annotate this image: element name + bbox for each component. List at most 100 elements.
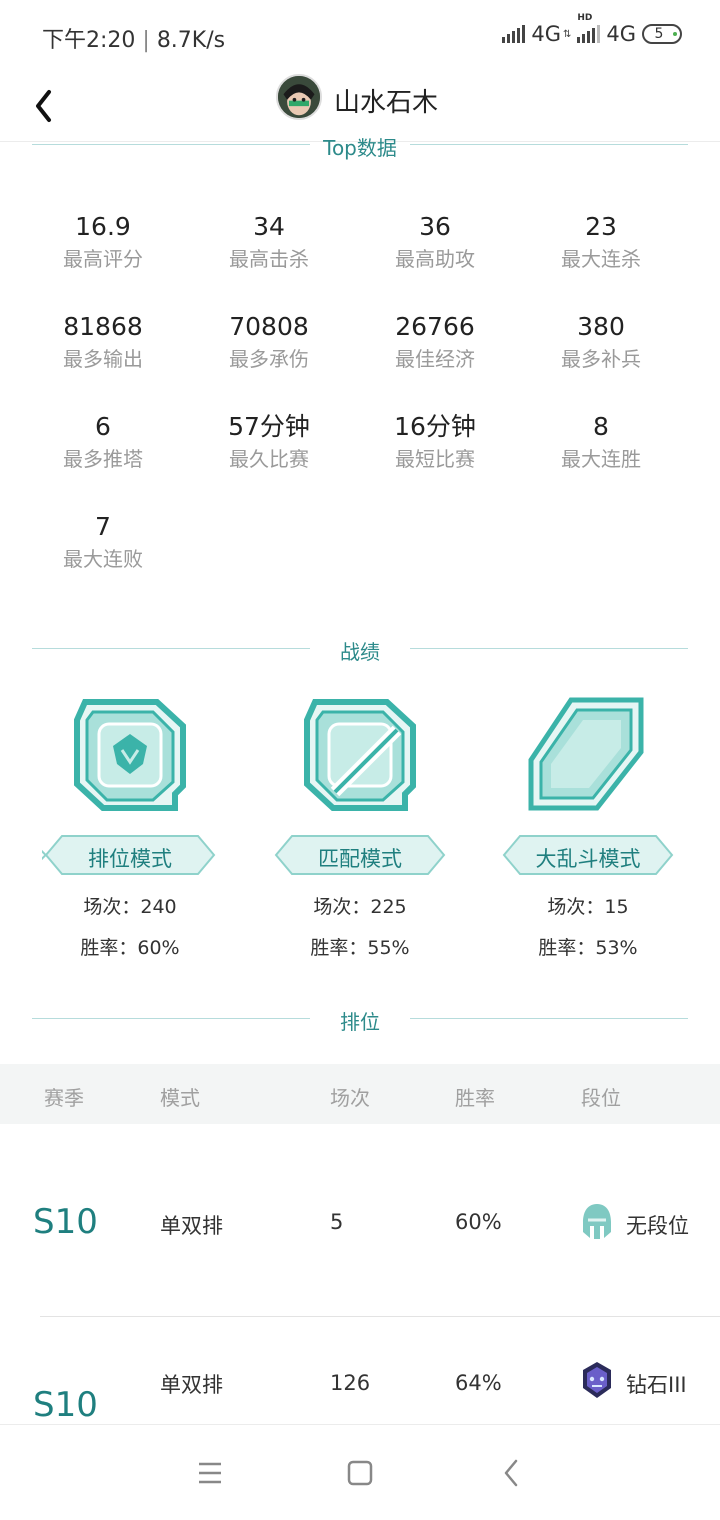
mode-card-brawl[interactable]: 大乱斗模式 场次：15 胜率：53% [473, 690, 703, 960]
mode-name-brawl: 大乱斗模式 [535, 847, 641, 871]
stat-value: 7 [95, 512, 111, 541]
network-type-1: 4G [531, 22, 561, 46]
section-divider-rank: 排位 [32, 1004, 688, 1034]
avatar-image-icon [278, 76, 320, 118]
unranked-helmet-icon [583, 1204, 611, 1239]
chevron-left-icon [36, 90, 51, 122]
status-separator: | [142, 28, 157, 53]
stat-value: 36 [419, 212, 451, 241]
status-time: 下午2:20 [42, 28, 136, 53]
section-title-rank: 排位 [340, 1010, 380, 1034]
stat-item: 6 最多推塔 [20, 412, 186, 474]
stat-label: 最多补兵 [561, 347, 641, 371]
mode-count-brawl: 场次：15 [547, 896, 629, 918]
stat-label: 最佳经济 [395, 347, 475, 371]
home-square-icon [347, 1460, 373, 1486]
stat-value: 26766 [395, 312, 475, 341]
th-season: 赛季 [44, 1086, 84, 1110]
stat-label: 最久比赛 [229, 447, 309, 471]
stat-value: 81868 [63, 312, 143, 341]
ranked-emblem-icon [74, 699, 186, 811]
stat-value: 57分钟 [228, 412, 310, 441]
stat-item: 34 最高击杀 [186, 212, 352, 274]
mode-count-ranked: 场次：240 [83, 896, 177, 918]
stat-item: 57分钟最久比赛 [186, 412, 352, 474]
row-winrate: 60% [455, 1210, 502, 1234]
stat-item: 81868 最多输出 [20, 312, 186, 374]
mode-card-match[interactable]: 匹配模式 场次：225 胜率：55% [245, 690, 475, 960]
stat-item: 380 最多补兵 [518, 312, 684, 374]
stat-value: 6 [95, 412, 111, 441]
stat-item: 70808 最多承伤 [186, 312, 352, 374]
section-divider-record: 战绩 [32, 634, 688, 664]
stat-label: 最多推塔 [63, 447, 143, 471]
back-button[interactable] [20, 78, 70, 128]
stat-value: 380 [577, 312, 625, 341]
signal-icon [502, 25, 526, 43]
battery-level: 5 [654, 26, 664, 42]
brawl-emblem-icon [528, 697, 644, 811]
home-nav-button[interactable] [338, 1453, 382, 1493]
stat-label: 最高助攻 [395, 247, 475, 271]
stat-item: 16.9 最高评分 [20, 212, 186, 274]
table-row[interactable]: S10 单双排 5 60% 无段位 [0, 1124, 720, 1314]
stat-label: 最大连败 [63, 547, 143, 571]
mode-tag-brawl: 大乱斗模式 [500, 834, 676, 876]
section-divider-top: Top数据 [32, 130, 688, 160]
status-net-speed: 8.7K/s [156, 28, 226, 53]
mode-name-match: 匹配模式 [318, 847, 402, 871]
back-triangle-icon [504, 1459, 518, 1487]
stat-label: 最大连胜 [561, 447, 641, 471]
mode-count-match: 场次：225 [313, 896, 407, 918]
th-tier: 段位 [581, 1086, 621, 1110]
th-winrate: 胜率 [455, 1086, 495, 1110]
row-mode: 单双排 [160, 1373, 223, 1397]
stat-label: 最高评分 [63, 247, 143, 271]
row-tier: 无段位 [626, 1214, 689, 1238]
stat-value: 16.9 [75, 212, 131, 241]
mode-rate-brawl: 胜率：53% [538, 937, 638, 959]
menu-nav-button[interactable] [188, 1453, 232, 1493]
network-type-2: 4G [606, 22, 636, 46]
network-arrows-icon: ⇅ [562, 28, 572, 40]
hd-label: HD [577, 13, 593, 23]
stat-item: 23 最大连杀 [518, 212, 684, 274]
signal-hd-icon: HD [577, 13, 601, 43]
stat-value: 16分钟 [394, 412, 476, 441]
match-emblem-icon [304, 699, 416, 811]
mode-rate-ranked: 胜率：60% [80, 937, 180, 959]
stat-value: 8 [593, 412, 609, 441]
stat-value: 23 [585, 212, 617, 241]
mode-rate-match: 胜率：55% [310, 937, 410, 959]
stat-label: 最多输出 [63, 347, 143, 371]
stat-label: 最大连杀 [561, 247, 641, 271]
stat-item: 26766 最佳经济 [352, 312, 518, 374]
stat-item: 36 最高助攻 [352, 212, 518, 274]
row-games: 5 [330, 1210, 344, 1234]
mode-card-ranked[interactable]: 排位模式 场次：240 胜率：60% [15, 690, 245, 960]
section-title-record: 战绩 [340, 640, 380, 664]
row-tier: 钻石III [626, 1373, 687, 1397]
row-season: S10 [33, 1385, 98, 1425]
mode-tag-ranked: 排位模式 [42, 834, 218, 876]
stat-label: 最多承伤 [229, 347, 309, 371]
diamond-badge-icon [583, 1362, 611, 1398]
avatar[interactable] [276, 74, 322, 120]
back-nav-button[interactable] [490, 1453, 534, 1493]
menu-icon [199, 1462, 221, 1484]
status-bar: 下午2:20 | 8.7K/s 4G ⇅ HD 4G 5 [0, 0, 720, 70]
stat-item: 8 最大连胜 [518, 412, 684, 474]
mode-tag-match: 匹配模式 [272, 834, 448, 876]
row-winrate: 64% [455, 1371, 502, 1395]
rank-table-header: 赛季 模式 场次 胜率 段位 [0, 1064, 720, 1124]
stat-item: 7 最大连败 [20, 512, 186, 574]
stat-value: 34 [253, 212, 285, 241]
system-nav-bar [0, 1424, 720, 1520]
th-mode: 模式 [160, 1086, 200, 1110]
battery-icon: 5 [642, 24, 682, 44]
row-games: 126 [330, 1371, 371, 1395]
stat-item: 16分钟最短比赛 [352, 412, 518, 474]
status-right: 4G ⇅ HD 4G 5 [502, 13, 682, 46]
page-title: 山水石木 [334, 88, 439, 118]
stat-label: 最短比赛 [395, 447, 475, 471]
